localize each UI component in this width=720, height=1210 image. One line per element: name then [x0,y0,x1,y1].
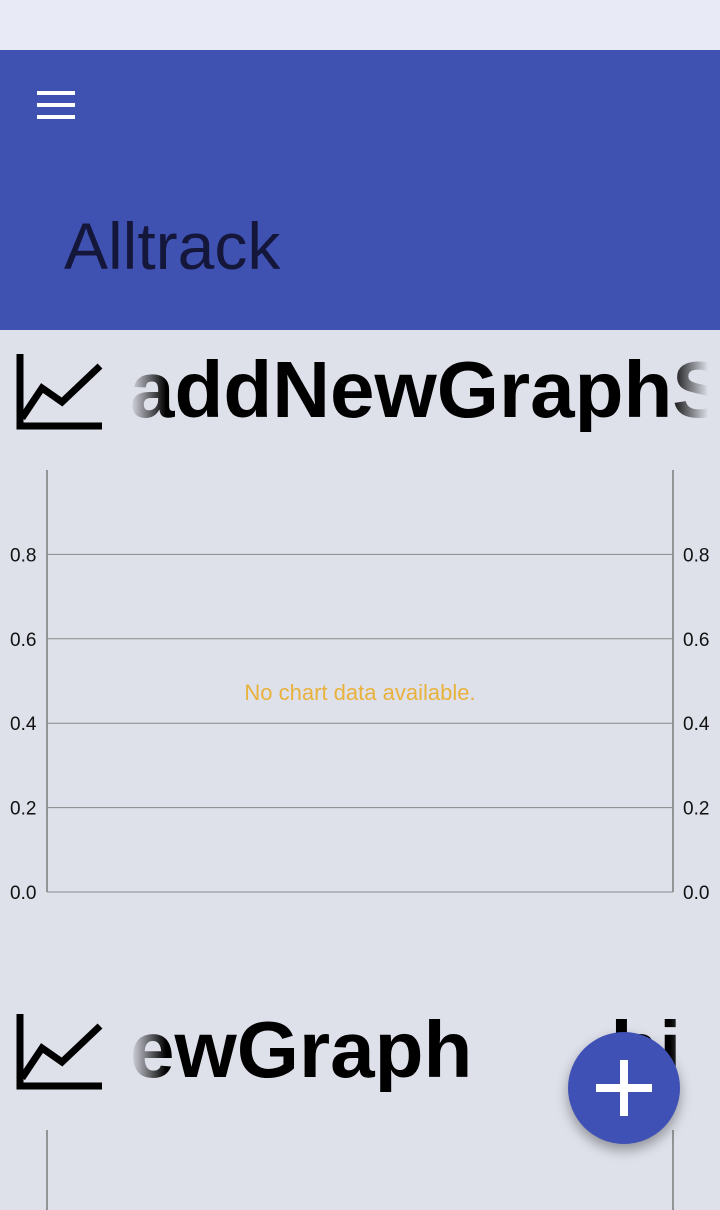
y-tick-label-left: 0.6 [10,630,36,651]
status-bar [0,0,720,50]
line-chart[interactable]: 0.8 0.6 0.4 0.2 0.0 0.8 0.6 0.4 0.2 0.0 No chart… [0,452,720,912]
empty-chart-message: No chart data available. [244,680,475,705]
y-tick-label-right: 0.2 [683,799,709,820]
app-title: Alltrack [64,209,281,283]
graph-title-left: ewGraph [130,1005,473,1092]
hamburger-menu-icon [37,91,75,119]
y-tick-label-right: 0.0 [683,883,709,904]
y-tick-label-left: 0.0 [10,883,36,904]
plus-icon [596,1060,652,1116]
y-tick-label-right: 0.4 [683,714,710,735]
add-graph-button[interactable] [568,1032,680,1144]
y-tick-label-right: 0.6 [683,630,709,651]
y-tick-label-left: 0.2 [10,799,36,820]
y-tick-label-left: 0.4 [10,714,37,735]
app-bar: Alltrack [0,50,720,330]
graph-title: addNewGraphSh [130,345,708,432]
menu-button[interactable] [20,72,92,138]
y-tick-label-right: 0.8 [683,545,709,566]
y-tick-label-left: 0.8 [10,545,36,566]
graph-card[interactable]: addNewGraphSh 0.80.60.40.20.0 0.80.60.40… [0,332,720,932]
line-chart-icon [16,1014,103,1090]
line-chart-icon [16,354,103,430]
graph-header: addNewGraphSh [0,332,720,432]
